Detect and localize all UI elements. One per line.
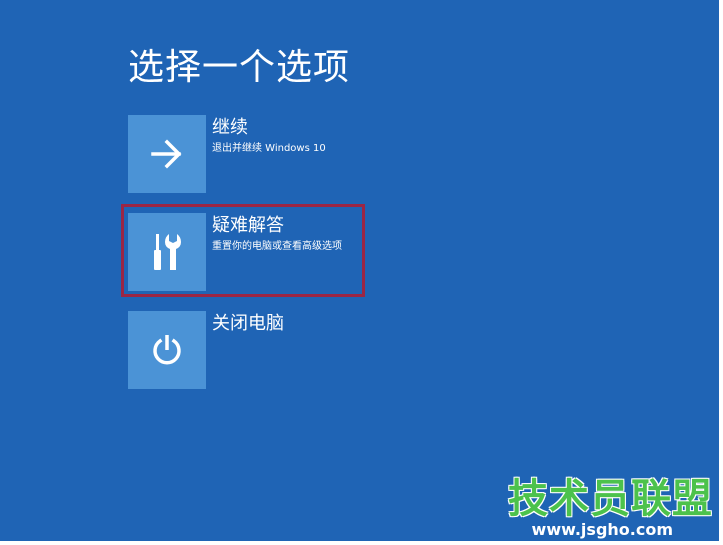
- recovery-screen: 选择一个选项 继续 退出并继续 Windows 10 疑难解答 重置你的电脑或查…: [0, 0, 719, 541]
- continue-description: 退出并继续 Windows 10: [212, 143, 326, 154]
- site-watermark: 技术员联盟 www.jsgho.com: [508, 477, 713, 539]
- continue-option[interactable]: 继续 退出并继续 Windows 10: [128, 115, 356, 195]
- arrow-right-icon: [151, 139, 182, 169]
- watermark-text: 技术员联盟: [508, 476, 713, 522]
- shutdown-tile[interactable]: [128, 311, 206, 389]
- power-icon: [153, 335, 181, 365]
- continue-label: 继续: [212, 117, 248, 138]
- troubleshoot-highlight-frame: [121, 204, 365, 297]
- page-title: 选择一个选项: [128, 47, 351, 88]
- shutdown-label: 关闭电脑: [212, 313, 284, 334]
- continue-tile[interactable]: [128, 115, 206, 193]
- shutdown-option[interactable]: 关闭电脑: [128, 311, 356, 391]
- watermark-url: www.jsgho.com: [531, 520, 673, 539]
